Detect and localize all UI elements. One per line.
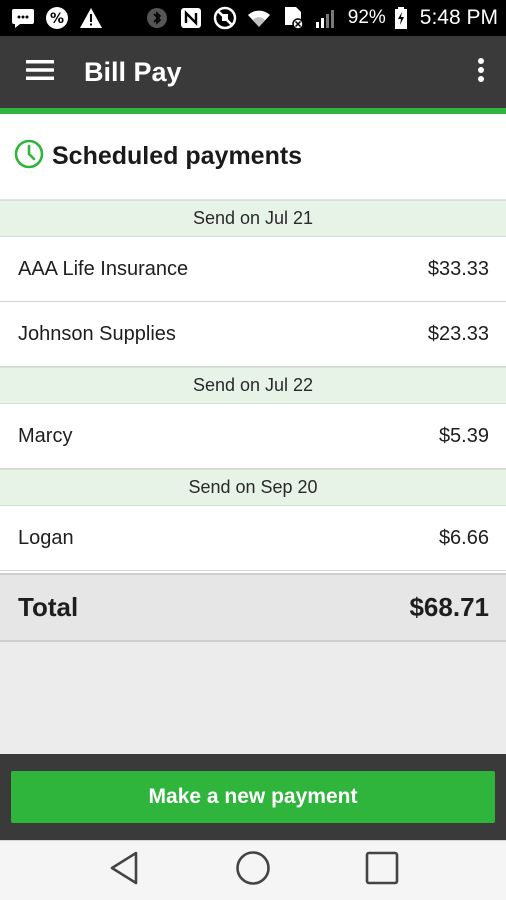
mute-icon: [212, 5, 238, 31]
section-header: Scheduled payments: [0, 114, 506, 200]
recents-square-icon: [365, 851, 399, 890]
payment-row[interactable]: Johnson Supplies $23.33: [0, 302, 506, 367]
total-label: Total: [18, 592, 79, 622]
status-bar: % 92% 5:48 PM: [0, 0, 506, 36]
status-right: 92% 5:48 PM: [144, 5, 498, 31]
warning-icon: [78, 5, 104, 31]
scheduled-payments-panel: Scheduled payments Send on Jul 21 AAA Li…: [0, 114, 506, 642]
wifi-icon: [246, 5, 272, 31]
total-row: Total $68.71: [0, 573, 506, 642]
svg-text:%: %: [50, 11, 64, 27]
status-left: %: [10, 5, 104, 31]
system-nav-bar: [0, 840, 506, 900]
payment-row[interactable]: AAA Life Insurance $33.33: [0, 237, 506, 302]
app-title: Bill Pay: [84, 56, 182, 87]
nfc-icon: [178, 5, 204, 31]
overflow-menu-button[interactable]: [456, 36, 506, 108]
hamburger-menu-button[interactable]: [0, 36, 80, 108]
payee-name: AAA Life Insurance: [18, 257, 189, 280]
payment-amount: $23.33: [427, 322, 489, 345]
sim-icon: [280, 5, 306, 31]
bottom-action-bar: Make a new payment: [0, 754, 506, 840]
payment-row[interactable]: Marcy $5.39: [0, 404, 506, 469]
recents-button[interactable]: [352, 846, 412, 896]
signal-icon: [314, 5, 340, 31]
status-time: 5:48 PM: [419, 6, 498, 29]
bluetooth-icon: [144, 5, 170, 31]
clock-icon: [14, 139, 44, 174]
make-new-payment-button[interactable]: Make a new payment: [11, 771, 495, 823]
payee-name: Logan: [18, 526, 74, 549]
payment-row[interactable]: Logan $6.66: [0, 506, 506, 571]
app-bar: Bill Pay: [0, 36, 506, 108]
section-title: Scheduled payments: [52, 142, 303, 170]
payment-amount: $6.66: [438, 526, 489, 549]
payment-amount: $33.33: [427, 257, 489, 280]
more-vert-icon: [477, 57, 485, 88]
percent-badge-icon: %: [44, 5, 70, 31]
total-amount: $68.71: [409, 592, 489, 622]
home-circle-icon: [235, 850, 271, 891]
home-button[interactable]: [223, 846, 283, 896]
empty-area: [0, 642, 506, 754]
payee-name: Marcy: [18, 424, 73, 447]
back-button[interactable]: [94, 846, 154, 896]
message-icon: [10, 5, 36, 31]
group-header: Send on Jul 22: [0, 367, 506, 404]
back-triangle-icon: [108, 851, 140, 890]
group-header: Send on Jul 21: [0, 200, 506, 237]
battery-icon: [394, 5, 408, 31]
payment-amount: $5.39: [438, 424, 489, 447]
battery-percent: 92%: [347, 7, 386, 28]
hamburger-menu-icon: [26, 59, 54, 86]
payee-name: Johnson Supplies: [18, 322, 176, 345]
group-header: Send on Sep 20: [0, 469, 506, 506]
